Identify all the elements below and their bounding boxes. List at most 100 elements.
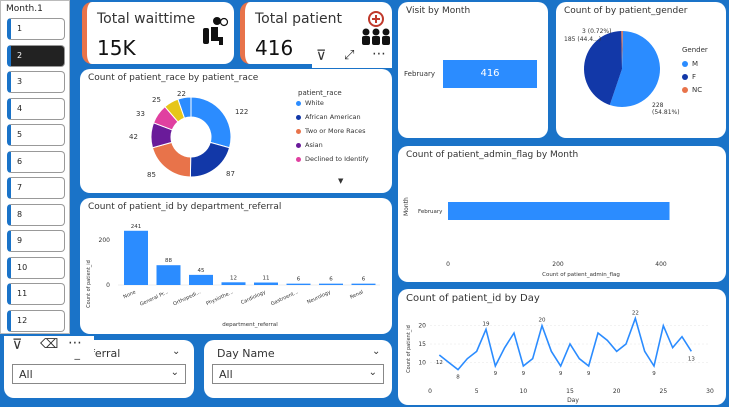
month-item-2[interactable]: 2	[7, 44, 65, 67]
admin-ylabel: Month	[403, 197, 410, 216]
day-xtick: 30	[706, 388, 714, 395]
referral-category-label: Neurology	[306, 289, 332, 305]
referral-value-label: 12	[230, 275, 237, 281]
referral-dropdown[interactable]: All ⌄	[12, 364, 186, 384]
referral-bar[interactable]	[156, 265, 181, 285]
day-chart-card: Count of patient_id by Day 10 15 20 0 5 10 15 2…	[398, 289, 726, 405]
visual-toolbar: ⊽ ⤢ ⋯	[312, 46, 392, 68]
focus-mode-icon[interactable]: ⤢	[344, 48, 354, 63]
gender-legend-item[interactable]: NC	[682, 86, 702, 94]
race-legend-item[interactable]: Asian	[296, 141, 369, 149]
race-label-3: 42	[129, 133, 138, 141]
admin-flag-chart-card: Count of patient_admin_flag by Month Mon…	[398, 146, 726, 282]
day-xtick: 15	[566, 388, 574, 395]
day-dropdown[interactable]: All ⌄	[212, 364, 384, 384]
race-legend-item[interactable]: African American	[296, 113, 369, 121]
filter-icon[interactable]: ⊽	[316, 48, 326, 64]
referral-tick-1: 200	[99, 237, 111, 244]
visit-category-label: February	[404, 70, 436, 78]
referral-bar[interactable]	[189, 274, 213, 285]
gender-label-small: 3 (0.72%) 185 (44.4...)	[564, 28, 611, 44]
day-xtick: 25	[660, 388, 668, 395]
month-item-11[interactable]: 11	[7, 283, 65, 305]
day-point-label: 22	[632, 310, 639, 316]
referral-chart-card: Count of patient_id by department_referr…	[80, 198, 392, 334]
referral-category-label: General Pr...	[139, 289, 170, 308]
referral-xlabel: department_referral	[222, 322, 278, 328]
visit-chart-title: Visit by Month	[406, 6, 471, 16]
month-item-12[interactable]: 12	[7, 309, 65, 332]
day-ytick: 10	[418, 359, 426, 366]
day-point-label: 19	[483, 321, 490, 327]
month-item-7[interactable]: 7	[7, 177, 65, 199]
day-point-label: 9	[494, 371, 498, 377]
referral-value-label: 88	[165, 258, 172, 264]
race-slice[interactable]	[189, 141, 231, 178]
day-dropdown-value: All	[219, 368, 233, 381]
gender-legend-item[interactable]: F	[682, 73, 702, 81]
chevron-down-icon: ⌄	[368, 367, 377, 378]
filter-icon[interactable]: ⊽	[12, 337, 22, 353]
more-options-icon[interactable]: ⋯	[68, 335, 82, 351]
month-item-1[interactable]: 1	[7, 18, 65, 40]
legend-scroll-down-icon[interactable]: ▼	[338, 177, 343, 185]
more-options-icon[interactable]: ⋯	[372, 46, 386, 62]
referral-value-label: 241	[131, 224, 142, 230]
day-filter-card: Day Name ⌄ All ⌄	[204, 340, 392, 398]
gender-label-f: 185 (44.4...)	[564, 36, 602, 43]
eraser-icon[interactable]: ⌫	[40, 337, 58, 352]
day-point-label: 20	[539, 318, 546, 324]
race-label-1: 87	[226, 170, 235, 178]
admin-chart-svg: Month February 0 200 400 Count of patien…	[403, 197, 670, 278]
race-legend-item[interactable]: Declined to Identify	[296, 155, 369, 163]
gender-legend-item[interactable]: M	[682, 60, 702, 68]
referral-bar[interactable]	[254, 282, 278, 285]
day-ytick: 20	[418, 323, 426, 330]
month-item-4[interactable]: 4	[7, 97, 65, 120]
month-item-6[interactable]: 6	[7, 150, 65, 173]
month-item-9[interactable]: 9	[7, 230, 65, 252]
kpi-total-waittime: Total waittime 15K	[82, 2, 234, 64]
race-slice[interactable]	[151, 141, 192, 178]
month-slicer-title: Month.1	[6, 4, 43, 14]
race-label-4: 33	[136, 110, 145, 118]
gender-label-m: 228 (54.81%)	[652, 102, 680, 116]
day-point-label: 9	[587, 371, 591, 377]
day-series-line[interactable]	[438, 315, 693, 371]
race-slice[interactable]	[190, 96, 232, 149]
patients-group-icon	[362, 11, 390, 45]
month-item-10[interactable]: 10	[7, 256, 65, 279]
admin-bar[interactable]	[448, 202, 670, 220]
referral-bar[interactable]	[221, 282, 246, 285]
admin-xlabel: Count of patient_admin_flag	[542, 272, 620, 278]
month-item-5[interactable]: 5	[7, 124, 65, 146]
kpi-waittime-value: 15K	[97, 36, 136, 60]
month-item-8[interactable]: 8	[7, 203, 65, 226]
month-slicer: Month.1 1 2 3 4 5 6 7 8 9 10 11 12	[0, 0, 70, 334]
gender-legend-title: Gender	[682, 46, 708, 54]
referral-value-label: 45	[198, 268, 205, 274]
gender-label-nc: 3 (0.72%)	[582, 28, 612, 35]
race-label-5: 25	[152, 96, 161, 104]
admin-tick-2: 400	[655, 261, 667, 268]
collapse-chevron-icon[interactable]: ⌄	[372, 346, 380, 357]
kpi-patient-label: Total patient	[255, 11, 342, 27]
day-xtick: 0	[428, 388, 432, 395]
admin-tick-1: 200	[552, 261, 564, 268]
race-label-0: 122	[235, 108, 248, 116]
referral-category-label: Cardiology	[240, 289, 267, 306]
race-legend: White African American Two or More Races As…	[296, 99, 369, 169]
referral-bar[interactable]	[319, 283, 343, 285]
race-legend-item[interactable]: White	[296, 99, 369, 107]
day-filter-label: Day Name	[217, 347, 275, 360]
day-xtick: 10	[520, 388, 528, 395]
race-legend-title: patient_race	[298, 89, 342, 97]
collapse-chevron-icon[interactable]: ⌄	[172, 346, 180, 357]
referral-bar[interactable]	[124, 230, 148, 285]
day-xtick: 5	[475, 388, 479, 395]
month-item-3[interactable]: 3	[7, 71, 65, 93]
referral-chart-svg: 241 None 88 General Pr... 45 Orthopedi... 12 Ph…	[86, 224, 380, 328]
referral-bar[interactable]	[351, 283, 376, 285]
referral-bar[interactable]	[286, 283, 311, 285]
race-legend-item[interactable]: Two or More Races	[296, 127, 369, 135]
